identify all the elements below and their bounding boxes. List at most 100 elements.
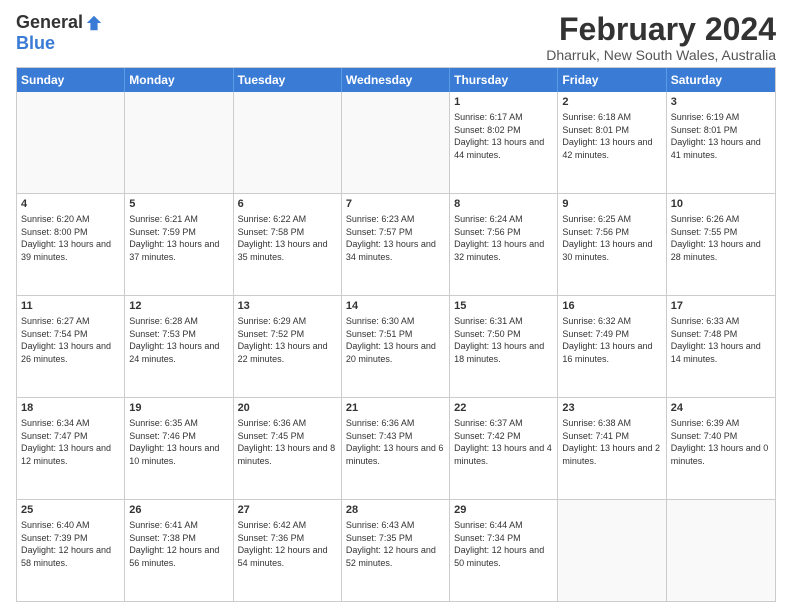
day-10: 10Sunrise: 6:26 AM Sunset: 7:55 PM Dayli…	[667, 194, 775, 295]
day-3: 3Sunrise: 6:19 AM Sunset: 8:01 PM Daylig…	[667, 92, 775, 193]
day-number-14: 14	[346, 299, 445, 314]
day-number-24: 24	[671, 401, 771, 416]
day-20: 20Sunrise: 6:36 AM Sunset: 7:45 PM Dayli…	[234, 398, 342, 499]
day-1: 1Sunrise: 6:17 AM Sunset: 8:02 PM Daylig…	[450, 92, 558, 193]
empty-cell-0-2	[234, 92, 342, 193]
day-info-14: Sunrise: 6:30 AM Sunset: 7:51 PM Dayligh…	[346, 315, 445, 365]
day-number-8: 8	[454, 197, 553, 212]
header-friday: Friday	[558, 68, 666, 92]
calendar-row-4: 18Sunrise: 6:34 AM Sunset: 7:47 PM Dayli…	[17, 397, 775, 499]
day-number-6: 6	[238, 197, 337, 212]
day-info-15: Sunrise: 6:31 AM Sunset: 7:50 PM Dayligh…	[454, 315, 553, 365]
day-number-21: 21	[346, 401, 445, 416]
day-27: 27Sunrise: 6:42 AM Sunset: 7:36 PM Dayli…	[234, 500, 342, 601]
day-2: 2Sunrise: 6:18 AM Sunset: 8:01 PM Daylig…	[558, 92, 666, 193]
day-25: 25Sunrise: 6:40 AM Sunset: 7:39 PM Dayli…	[17, 500, 125, 601]
day-9: 9Sunrise: 6:25 AM Sunset: 7:56 PM Daylig…	[558, 194, 666, 295]
day-number-10: 10	[671, 197, 771, 212]
day-number-22: 22	[454, 401, 553, 416]
day-info-23: Sunrise: 6:38 AM Sunset: 7:41 PM Dayligh…	[562, 417, 661, 467]
header-wednesday: Wednesday	[342, 68, 450, 92]
day-number-17: 17	[671, 299, 771, 314]
calendar-header: Sunday Monday Tuesday Wednesday Thursday…	[17, 68, 775, 92]
day-info-18: Sunrise: 6:34 AM Sunset: 7:47 PM Dayligh…	[21, 417, 120, 467]
day-17: 17Sunrise: 6:33 AM Sunset: 7:48 PM Dayli…	[667, 296, 775, 397]
calendar: Sunday Monday Tuesday Wednesday Thursday…	[16, 67, 776, 602]
day-info-22: Sunrise: 6:37 AM Sunset: 7:42 PM Dayligh…	[454, 417, 553, 467]
day-number-13: 13	[238, 299, 337, 314]
day-info-19: Sunrise: 6:35 AM Sunset: 7:46 PM Dayligh…	[129, 417, 228, 467]
day-5: 5Sunrise: 6:21 AM Sunset: 7:59 PM Daylig…	[125, 194, 233, 295]
calendar-row-5: 25Sunrise: 6:40 AM Sunset: 7:39 PM Dayli…	[17, 499, 775, 601]
day-11: 11Sunrise: 6:27 AM Sunset: 7:54 PM Dayli…	[17, 296, 125, 397]
day-info-8: Sunrise: 6:24 AM Sunset: 7:56 PM Dayligh…	[454, 213, 553, 263]
day-info-6: Sunrise: 6:22 AM Sunset: 7:58 PM Dayligh…	[238, 213, 337, 263]
day-number-2: 2	[562, 95, 661, 110]
logo-blue-text: Blue	[16, 33, 55, 54]
day-info-16: Sunrise: 6:32 AM Sunset: 7:49 PM Dayligh…	[562, 315, 661, 365]
day-4: 4Sunrise: 6:20 AM Sunset: 8:00 PM Daylig…	[17, 194, 125, 295]
day-19: 19Sunrise: 6:35 AM Sunset: 7:46 PM Dayli…	[125, 398, 233, 499]
day-info-4: Sunrise: 6:20 AM Sunset: 8:00 PM Dayligh…	[21, 213, 120, 263]
header-monday: Monday	[125, 68, 233, 92]
day-info-11: Sunrise: 6:27 AM Sunset: 7:54 PM Dayligh…	[21, 315, 120, 365]
calendar-body: 1Sunrise: 6:17 AM Sunset: 8:02 PM Daylig…	[17, 92, 775, 601]
day-number-26: 26	[129, 503, 228, 518]
day-21: 21Sunrise: 6:36 AM Sunset: 7:43 PM Dayli…	[342, 398, 450, 499]
day-number-15: 15	[454, 299, 553, 314]
empty-cell-0-0	[17, 92, 125, 193]
day-number-9: 9	[562, 197, 661, 212]
day-info-9: Sunrise: 6:25 AM Sunset: 7:56 PM Dayligh…	[562, 213, 661, 263]
empty-cell-4-5	[558, 500, 666, 601]
day-info-29: Sunrise: 6:44 AM Sunset: 7:34 PM Dayligh…	[454, 519, 553, 569]
day-7: 7Sunrise: 6:23 AM Sunset: 7:57 PM Daylig…	[342, 194, 450, 295]
day-13: 13Sunrise: 6:29 AM Sunset: 7:52 PM Dayli…	[234, 296, 342, 397]
logo-icon	[85, 14, 103, 32]
day-info-12: Sunrise: 6:28 AM Sunset: 7:53 PM Dayligh…	[129, 315, 228, 365]
day-number-28: 28	[346, 503, 445, 518]
day-number-23: 23	[562, 401, 661, 416]
page: General Blue February 2024 Dharruk, New …	[0, 0, 792, 612]
day-6: 6Sunrise: 6:22 AM Sunset: 7:58 PM Daylig…	[234, 194, 342, 295]
calendar-row-2: 4Sunrise: 6:20 AM Sunset: 8:00 PM Daylig…	[17, 193, 775, 295]
header-sunday: Sunday	[17, 68, 125, 92]
day-number-25: 25	[21, 503, 120, 518]
day-18: 18Sunrise: 6:34 AM Sunset: 7:47 PM Dayli…	[17, 398, 125, 499]
header-saturday: Saturday	[667, 68, 775, 92]
day-info-25: Sunrise: 6:40 AM Sunset: 7:39 PM Dayligh…	[21, 519, 120, 569]
header-thursday: Thursday	[450, 68, 558, 92]
calendar-row-1: 1Sunrise: 6:17 AM Sunset: 8:02 PM Daylig…	[17, 92, 775, 193]
calendar-title: February 2024	[546, 12, 776, 47]
day-number-7: 7	[346, 197, 445, 212]
empty-cell-4-6	[667, 500, 775, 601]
day-number-4: 4	[21, 197, 120, 212]
day-info-24: Sunrise: 6:39 AM Sunset: 7:40 PM Dayligh…	[671, 417, 771, 467]
day-info-27: Sunrise: 6:42 AM Sunset: 7:36 PM Dayligh…	[238, 519, 337, 569]
day-info-5: Sunrise: 6:21 AM Sunset: 7:59 PM Dayligh…	[129, 213, 228, 263]
header-tuesday: Tuesday	[234, 68, 342, 92]
logo-general-text: General	[16, 12, 83, 33]
day-number-19: 19	[129, 401, 228, 416]
empty-cell-0-3	[342, 92, 450, 193]
day-28: 28Sunrise: 6:43 AM Sunset: 7:35 PM Dayli…	[342, 500, 450, 601]
day-24: 24Sunrise: 6:39 AM Sunset: 7:40 PM Dayli…	[667, 398, 775, 499]
day-info-2: Sunrise: 6:18 AM Sunset: 8:01 PM Dayligh…	[562, 111, 661, 161]
day-info-17: Sunrise: 6:33 AM Sunset: 7:48 PM Dayligh…	[671, 315, 771, 365]
day-12: 12Sunrise: 6:28 AM Sunset: 7:53 PM Dayli…	[125, 296, 233, 397]
day-info-3: Sunrise: 6:19 AM Sunset: 8:01 PM Dayligh…	[671, 111, 771, 161]
day-number-3: 3	[671, 95, 771, 110]
day-number-5: 5	[129, 197, 228, 212]
day-15: 15Sunrise: 6:31 AM Sunset: 7:50 PM Dayli…	[450, 296, 558, 397]
day-info-26: Sunrise: 6:41 AM Sunset: 7:38 PM Dayligh…	[129, 519, 228, 569]
logo: General Blue	[16, 12, 103, 54]
day-number-20: 20	[238, 401, 337, 416]
day-info-28: Sunrise: 6:43 AM Sunset: 7:35 PM Dayligh…	[346, 519, 445, 569]
day-number-18: 18	[21, 401, 120, 416]
day-8: 8Sunrise: 6:24 AM Sunset: 7:56 PM Daylig…	[450, 194, 558, 295]
day-number-11: 11	[21, 299, 120, 314]
day-number-16: 16	[562, 299, 661, 314]
day-info-10: Sunrise: 6:26 AM Sunset: 7:55 PM Dayligh…	[671, 213, 771, 263]
day-number-27: 27	[238, 503, 337, 518]
day-16: 16Sunrise: 6:32 AM Sunset: 7:49 PM Dayli…	[558, 296, 666, 397]
calendar-subtitle: Dharruk, New South Wales, Australia	[546, 47, 776, 63]
